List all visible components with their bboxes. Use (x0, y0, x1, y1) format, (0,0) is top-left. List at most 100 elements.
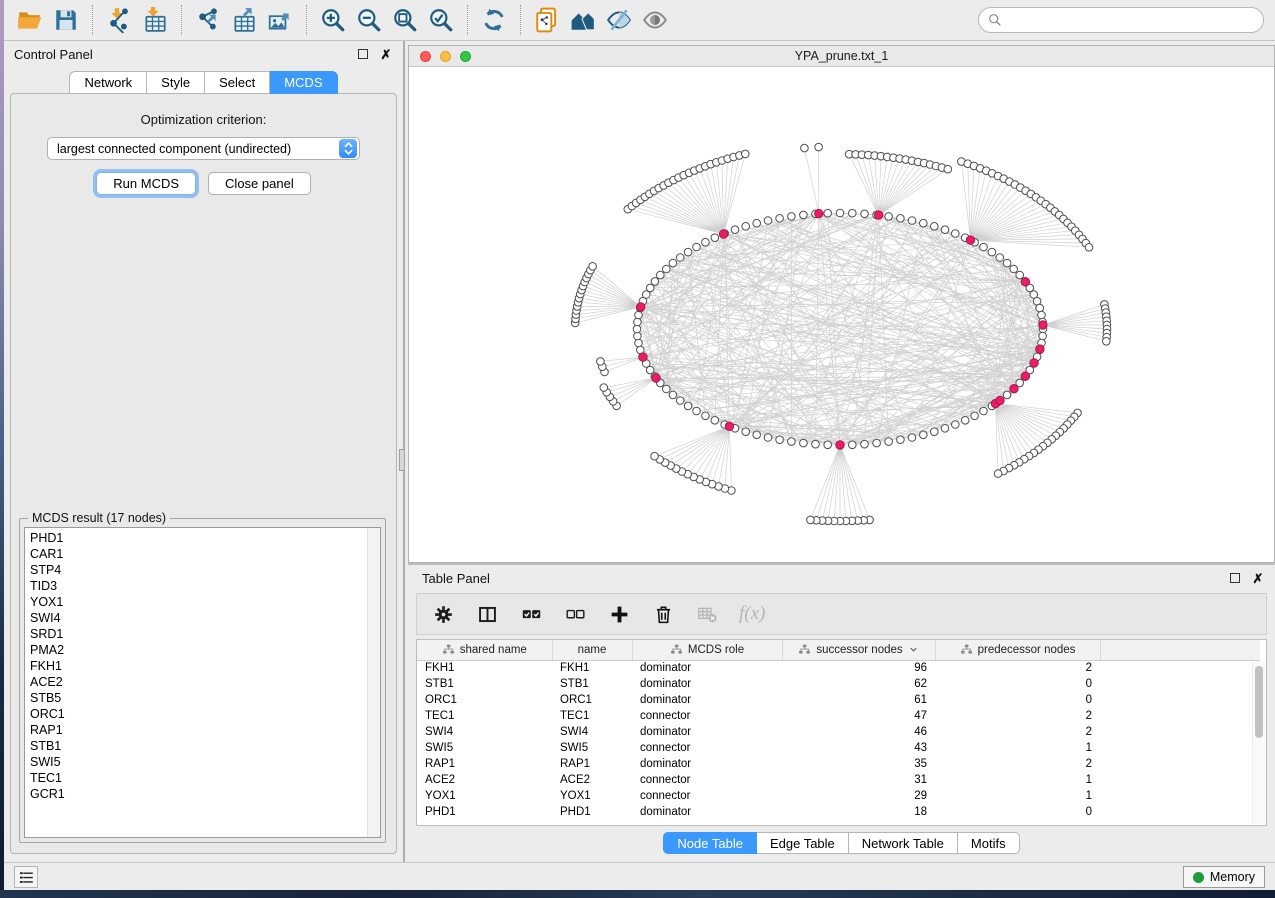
mcds-result-item[interactable]: FKH1 (30, 658, 380, 674)
mcds-result-item[interactable]: STB5 (30, 690, 380, 706)
search-input[interactable] (1007, 12, 1255, 28)
network-canvas[interactable] (409, 67, 1274, 562)
add-row-button[interactable] (607, 602, 631, 626)
table-scrollbar-thumb[interactable] (1255, 666, 1263, 738)
column-header-successor-nodes[interactable]: successor nodes (782, 640, 935, 660)
select-all-button[interactable] (519, 602, 543, 626)
network-node[interactable] (885, 213, 893, 221)
network-node[interactable] (994, 470, 1002, 478)
network-node[interactable] (849, 441, 857, 449)
table-row[interactable]: TEC1TEC1connector472 (417, 708, 1260, 724)
mcds-list-scrollbar[interactable] (367, 528, 380, 837)
network-node[interactable] (589, 263, 597, 271)
network-node[interactable] (635, 311, 643, 319)
network-node[interactable] (633, 325, 641, 333)
network-node[interactable] (753, 219, 761, 227)
settings-gear-button[interactable] (431, 602, 455, 626)
import-network-button[interactable] (101, 3, 137, 37)
table-row[interactable]: RAP1RAP1dominator352 (417, 756, 1260, 772)
mcds-node-selected[interactable] (1039, 321, 1047, 329)
network-node[interactable] (897, 215, 905, 223)
zoom-in-button[interactable] (315, 3, 351, 37)
eye-strikethrough-button[interactable] (601, 3, 637, 37)
network-node[interactable] (952, 230, 960, 238)
table-row[interactable]: FKH1FKH1dominator962 (417, 660, 1260, 676)
tab-mcds[interactable]: MCDS (270, 71, 337, 94)
deselect-all-button[interactable] (563, 602, 587, 626)
close-traffic-light[interactable] (420, 51, 431, 62)
mcds-result-item[interactable]: ACE2 (30, 674, 380, 690)
export-table-button[interactable] (226, 3, 262, 37)
network-node[interactable] (800, 439, 808, 447)
network-node[interactable] (931, 428, 939, 436)
network-node[interactable] (920, 219, 928, 227)
network-node[interactable] (944, 165, 952, 173)
network-node[interactable] (742, 150, 750, 158)
network-node[interactable] (873, 439, 881, 447)
network-node[interactable] (908, 434, 916, 442)
network-node[interactable] (988, 248, 996, 256)
task-history-button[interactable] (14, 866, 38, 888)
network-node[interactable] (693, 407, 701, 415)
mcds-node-selected[interactable] (725, 422, 733, 430)
column-header-predecessor-nodes[interactable]: predecessor nodes (935, 640, 1100, 660)
mcds-node-selected[interactable] (1021, 278, 1029, 286)
houses-button[interactable] (565, 3, 601, 37)
network-node[interactable] (646, 284, 654, 292)
network-node[interactable] (731, 226, 739, 234)
mcds-node-selected[interactable] (815, 209, 823, 217)
mcds-node-selected[interactable] (875, 211, 883, 219)
mcds-result-item[interactable]: CAR1 (30, 546, 380, 562)
mcds-node-selected[interactable] (1030, 359, 1038, 367)
network-node[interactable] (849, 209, 857, 217)
table-row[interactable]: YOX1YOX1connector291 (417, 788, 1260, 804)
table-row[interactable]: ACE2ACE2connector311 (417, 772, 1260, 788)
zoom-fit-button[interactable] (387, 3, 423, 37)
mcds-node-selected[interactable] (1036, 345, 1044, 353)
table-row[interactable]: SWI4SWI4dominator462 (417, 724, 1260, 740)
network-node[interactable] (861, 210, 869, 218)
mcds-result-item[interactable]: PMA2 (30, 642, 380, 658)
mcds-result-item[interactable]: STP4 (30, 562, 380, 578)
network-node[interactable] (931, 223, 939, 231)
network-node[interactable] (815, 143, 823, 151)
table-row[interactable]: ORC1ORC1dominator610 (417, 692, 1260, 708)
mcds-result-item[interactable]: GCR1 (30, 786, 380, 802)
network-node[interactable] (634, 318, 642, 326)
close-panel-icon[interactable]: ✗ (379, 47, 393, 61)
network-node[interactable] (634, 332, 642, 340)
network-node[interactable] (1103, 338, 1111, 346)
network-node[interactable] (824, 441, 832, 449)
eye-button[interactable] (637, 3, 673, 37)
network-node[interactable] (920, 431, 928, 439)
network-node[interactable] (742, 223, 750, 231)
mcds-result-item[interactable]: ORC1 (30, 706, 380, 722)
columns-button[interactable] (475, 602, 499, 626)
network-node[interactable] (676, 397, 684, 405)
close-table-panel-icon[interactable]: ✗ (1251, 571, 1265, 585)
mcds-result-item[interactable]: TID3 (30, 578, 380, 594)
network-window-titlebar[interactable]: YPA_prune.txt_1 (409, 46, 1274, 67)
network-node[interactable] (908, 217, 916, 225)
close-panel-button[interactable]: Close panel (208, 172, 311, 195)
network-node[interactable] (801, 144, 809, 152)
save-session-button[interactable] (48, 3, 84, 37)
mcds-result-item[interactable]: TEC1 (30, 770, 380, 786)
network-node[interactable] (824, 209, 832, 217)
network-node[interactable] (861, 440, 869, 448)
column-header-MCDS-role[interactable]: MCDS role (632, 640, 782, 660)
export-network-button[interactable] (190, 3, 226, 37)
mcds-node-selected[interactable] (719, 230, 727, 238)
network-node[interactable] (764, 217, 772, 225)
network-node[interactable] (651, 452, 659, 460)
network-node[interactable] (663, 385, 671, 393)
table-scrollbar[interactable] (1252, 662, 1265, 824)
network-node[interactable] (711, 234, 719, 242)
table-row[interactable]: STB1STB1dominator620 (417, 676, 1260, 692)
zoom-selected-button[interactable] (423, 3, 459, 37)
tab-node-table[interactable]: Node Table (663, 832, 757, 854)
network-node[interactable] (693, 243, 701, 251)
float-panel-icon[interactable] (356, 47, 370, 61)
network-node[interactable] (600, 384, 608, 392)
network-node[interactable] (941, 226, 949, 234)
